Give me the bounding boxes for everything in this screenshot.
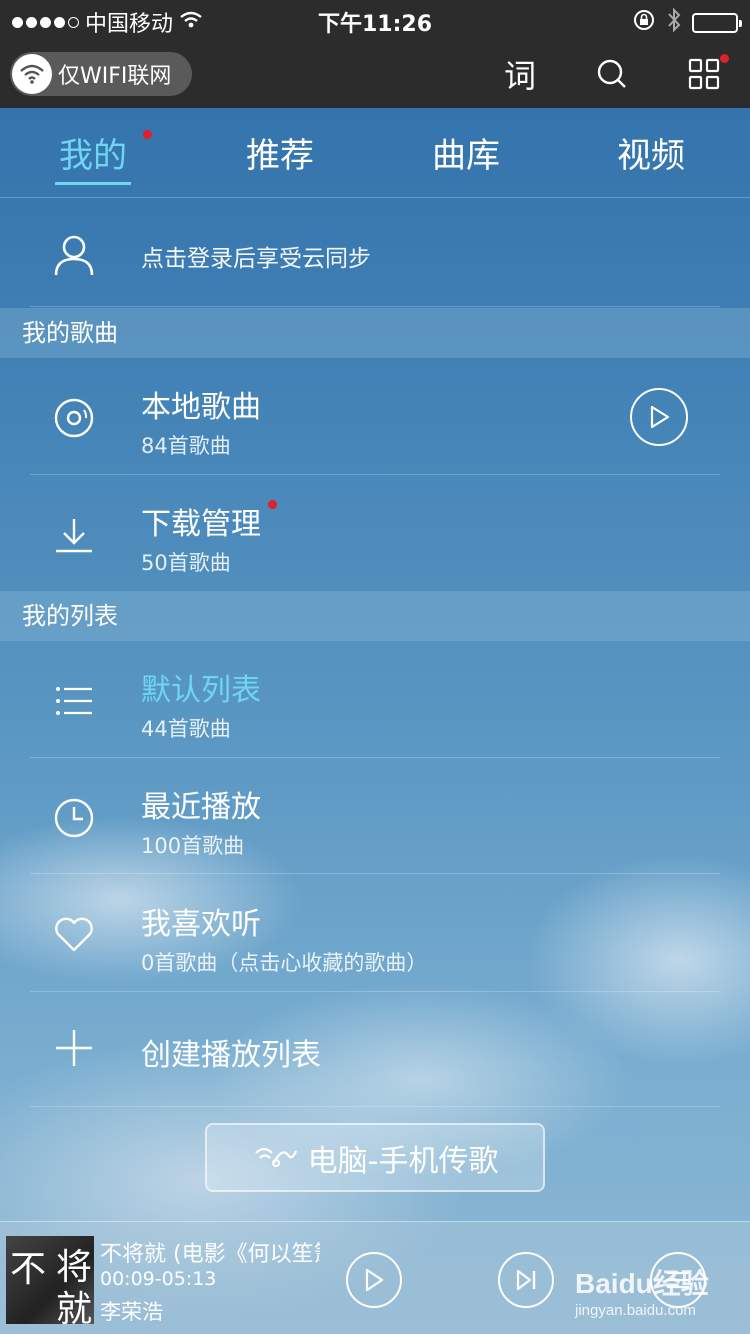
play-icon	[650, 405, 670, 429]
list-item-default-list[interactable]: 默认列表 44首歌曲	[0, 641, 750, 757]
rotation-lock-icon	[632, 8, 656, 38]
baidu-jingyan-watermark: Baidu经验 jingyan.baidu.com	[575, 1262, 745, 1322]
download-icon	[52, 513, 96, 557]
list-icon	[52, 679, 96, 723]
search-button[interactable]	[588, 50, 636, 98]
tab-recommend[interactable]: 推荐	[210, 128, 350, 177]
play-icon	[365, 1268, 384, 1292]
play-button[interactable]	[346, 1252, 402, 1308]
song-time: 00:09-05:13	[100, 1268, 217, 1290]
section-header-my-songs: 我的歌曲	[0, 308, 750, 358]
user-icon	[52, 233, 96, 281]
bluetooth-icon	[666, 7, 682, 39]
main-tabs: 我的 推荐 曲库 视频	[0, 108, 750, 198]
list-item-favorites[interactable]: 我喜欢听 0首歌曲（点击心收藏的歌曲）	[0, 875, 750, 991]
album-char: 不	[10, 1249, 47, 1290]
create-playlist-label: 创建播放列表	[141, 1038, 321, 1073]
login-row[interactable]: 点击登录后享受云同步	[0, 199, 750, 307]
status-bar: 中国移动 下午11:26	[0, 0, 750, 40]
download-notification-dot	[268, 500, 277, 509]
divider	[30, 1106, 720, 1107]
transfer-label: 电脑-手机传歌	[307, 1143, 499, 1179]
item-subtitle: 50首歌曲	[141, 551, 231, 575]
login-prompt: 点击登录后享受云同步	[141, 246, 371, 272]
list-item-downloads[interactable]: 下载管理 50首歌曲	[0, 475, 750, 591]
album-char: 就	[56, 1289, 93, 1324]
tab-video[interactable]: 视频	[581, 128, 721, 177]
item-title: 我喜欢听	[141, 907, 261, 942]
item-title: 本地歌曲	[141, 390, 261, 425]
watermark-sub: jingyan.baidu.com	[575, 1302, 696, 1319]
pc-phone-transfer-button[interactable]: 电脑-手机传歌	[205, 1123, 545, 1192]
plus-icon	[54, 1028, 94, 1072]
clock-icon	[52, 796, 96, 840]
song-title: 不将就 (电影《何以笙箫默》主题曲)	[100, 1242, 320, 1267]
wifi-only-label: 仅WIFI联网	[58, 64, 172, 89]
more-apps-button[interactable]	[680, 50, 729, 98]
battery-icon	[692, 13, 742, 33]
item-subtitle: 0首歌曲（点击心收藏的歌曲）	[141, 951, 428, 975]
divider	[30, 306, 720, 307]
transfer-wave-icon	[252, 1139, 300, 1177]
item-subtitle: 84首歌曲	[141, 434, 231, 458]
list-item-recent-played[interactable]: 最近播放 100首歌曲	[0, 758, 750, 874]
next-button[interactable]	[498, 1252, 554, 1308]
disc-icon	[52, 396, 96, 440]
search-icon	[597, 59, 626, 88]
divider	[30, 873, 720, 874]
play-all-button[interactable]	[630, 388, 688, 446]
notification-dot	[720, 54, 729, 63]
tab-mine-notification-dot	[143, 130, 152, 139]
lyrics-button[interactable]: 词	[496, 50, 544, 98]
watermark-main: Baidu经验	[575, 1268, 709, 1299]
wifi-only-toggle[interactable]: 仅WIFI联网	[10, 52, 192, 96]
item-title: 最近播放	[141, 790, 261, 825]
item-title: 默认列表	[141, 673, 261, 708]
next-track-icon	[516, 1269, 536, 1291]
album-cover[interactable]: 不 将 就	[6, 1236, 94, 1324]
active-tab-indicator	[55, 182, 131, 185]
item-title: 下载管理	[141, 507, 261, 542]
tab-library[interactable]: 曲库	[396, 128, 536, 177]
item-subtitle: 44首歌曲	[141, 717, 231, 741]
item-subtitle: 100首歌曲	[141, 834, 245, 858]
tab-mine[interactable]: 我的	[23, 128, 163, 177]
wifi-icon	[12, 54, 52, 94]
create-playlist-button[interactable]: 创建播放列表	[0, 992, 750, 1106]
list-item-local-songs[interactable]: 本地歌曲 84首歌曲	[0, 358, 750, 474]
song-artist: 李荣浩	[100, 1300, 163, 1324]
section-header-my-lists: 我的列表	[0, 591, 750, 641]
grid-icon	[688, 58, 720, 90]
heart-icon	[52, 913, 96, 957]
app-toolbar: 仅WIFI联网 词	[0, 40, 750, 108]
